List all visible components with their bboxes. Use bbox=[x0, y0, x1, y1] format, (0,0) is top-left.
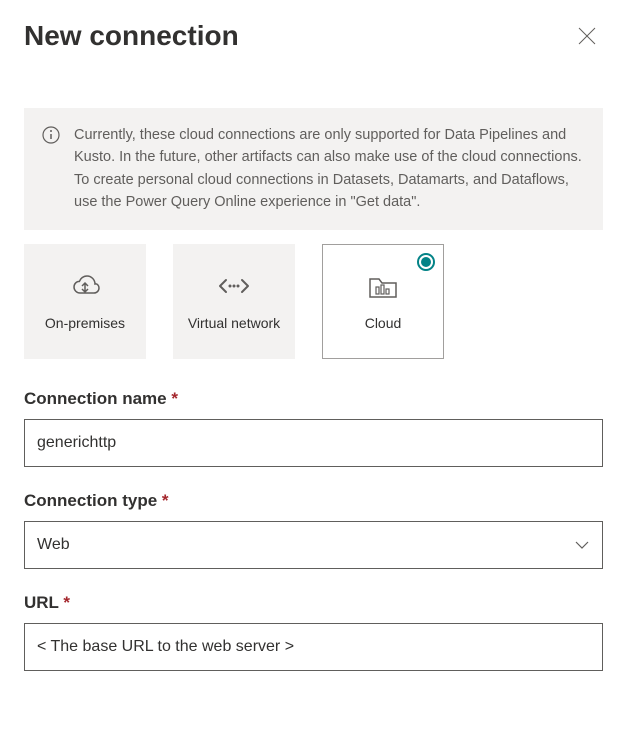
required-asterisk: * bbox=[63, 593, 70, 612]
connection-type-select[interactable]: Web bbox=[24, 521, 603, 569]
info-banner: Currently, these cloud connections are o… bbox=[24, 108, 603, 230]
field-connection-type: Connection type * Web bbox=[24, 491, 603, 569]
field-url: URL * bbox=[24, 593, 603, 671]
page-title: New connection bbox=[24, 20, 239, 52]
cloud-folder-icon bbox=[366, 270, 400, 302]
connection-type-tiles: On-premises Virtual network Cloud bbox=[24, 244, 603, 359]
field-connection-name: Connection name * bbox=[24, 389, 603, 467]
tile-cloud[interactable]: Cloud bbox=[322, 244, 444, 359]
connection-name-label: Connection name * bbox=[24, 389, 603, 409]
connection-name-input[interactable] bbox=[24, 419, 603, 467]
url-input[interactable] bbox=[24, 623, 603, 671]
tile-virtual-network[interactable]: Virtual network bbox=[173, 244, 295, 359]
info-icon bbox=[42, 126, 60, 214]
required-asterisk: * bbox=[171, 389, 178, 408]
dialog-header: New connection bbox=[24, 20, 603, 52]
connection-type-label: Connection type * bbox=[24, 491, 603, 511]
required-asterisk: * bbox=[162, 491, 169, 510]
close-icon bbox=[577, 26, 597, 46]
tile-label: Cloud bbox=[365, 314, 402, 332]
tile-label: Virtual network bbox=[188, 314, 280, 332]
tile-on-premises[interactable]: On-premises bbox=[24, 244, 146, 359]
selected-indicator bbox=[417, 253, 435, 271]
url-label: URL * bbox=[24, 593, 603, 613]
tile-label: On-premises bbox=[45, 314, 125, 332]
info-text: Currently, these cloud connections are o… bbox=[74, 124, 585, 214]
cloud-sync-icon bbox=[67, 270, 103, 302]
close-button[interactable] bbox=[571, 20, 603, 52]
network-icon bbox=[218, 270, 250, 302]
